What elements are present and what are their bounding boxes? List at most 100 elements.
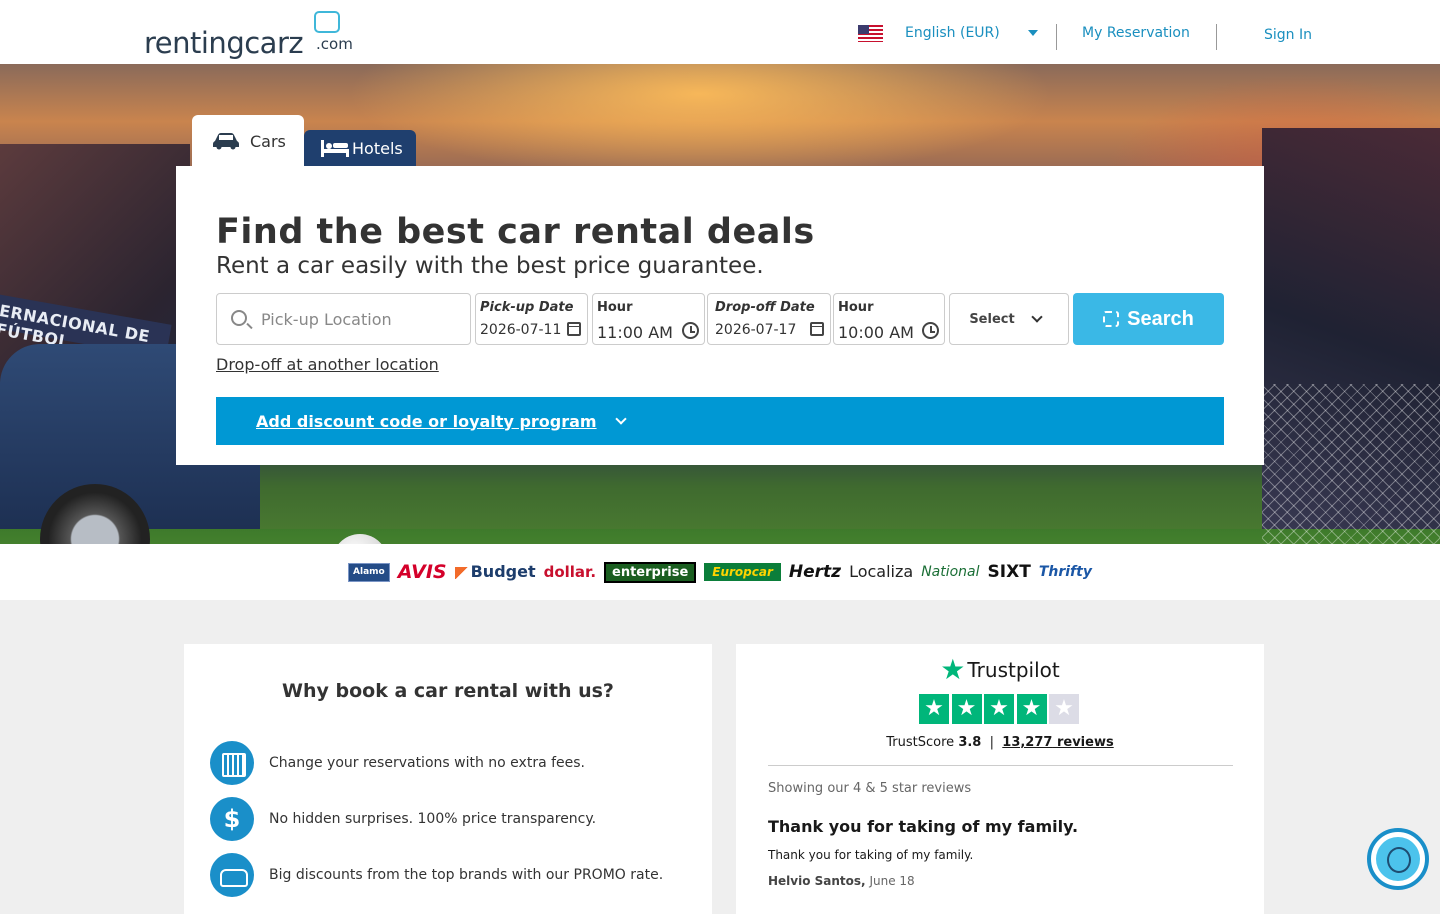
- bed-icon: [321, 140, 349, 157]
- trustpilot-rating-stars: ★ ★ ★ ★ ★: [919, 694, 1082, 724]
- tab-hotels[interactable]: Hotels: [304, 130, 416, 166]
- dropoff-hour-label: Hour: [838, 300, 874, 315]
- discount-code-toggle[interactable]: Add discount code or loyalty program: [216, 397, 1224, 445]
- brand-logo-avis: AVIS: [397, 560, 447, 583]
- logo-text: rentingcarz: [144, 26, 304, 60]
- site-logo[interactable]: rentingcarz .com: [144, 8, 359, 60]
- language-selector[interactable]: English (EUR): [858, 22, 1000, 44]
- language-label: English (EUR): [905, 25, 1000, 41]
- brand-logo-europcar: Europcar: [704, 563, 781, 581]
- sign-in-link[interactable]: Sign In: [1264, 27, 1312, 43]
- search-button[interactable]: Search: [1073, 293, 1224, 345]
- brand-logo-alamo: Alamo: [348, 562, 390, 582]
- star-icon: ★: [984, 694, 1014, 724]
- trustpilot-logo[interactable]: ★ Trustpilot: [736, 656, 1264, 684]
- dollar-icon: [210, 797, 254, 841]
- trust-score-label: TrustScore: [886, 735, 955, 750]
- brand-logos-strip: Alamo AVIS Budget dollar. enterprise Eur…: [0, 544, 1440, 600]
- tab-cars[interactable]: Cars: [192, 115, 304, 167]
- pickup-hour-field[interactable]: Hour 11:00 AM: [592, 293, 705, 345]
- review-date: June 18: [869, 874, 915, 888]
- star-icon: ★: [951, 694, 982, 724]
- headset-agent-icon: [1376, 837, 1420, 881]
- divider: [768, 765, 1233, 766]
- review-author-name: Helvio Santos,: [768, 874, 866, 888]
- calendar-icon: [567, 322, 581, 336]
- trustpilot-widget[interactable]: ★ Trustpilot ★ ★ ★ ★ ★ TrustScore 3.8 | …: [736, 644, 1264, 914]
- reviews-filter-note: Showing our 4 & 5 star reviews: [768, 781, 972, 796]
- why-book-card: Why book a car rental with us? Change yo…: [184, 644, 712, 914]
- brand-logo-dollar: dollar.: [543, 562, 597, 581]
- dropoff-hour-value: 10:00 AM: [838, 323, 914, 342]
- us-flag-icon: [858, 24, 883, 42]
- dropoff-date-value: 2026-07-17: [715, 322, 797, 338]
- logo-car-icon: [314, 11, 340, 33]
- review-title: Thank you for taking of my family.: [768, 817, 1079, 836]
- why-book-title: Why book a car rental with us?: [282, 680, 614, 702]
- divider: [1056, 24, 1057, 50]
- pickup-date-value: 2026-07-11: [480, 322, 562, 338]
- chevron-down-icon: [1031, 311, 1043, 323]
- hero-goal-net: [1262, 384, 1440, 544]
- why-item: Change your reservations with no extra f…: [210, 741, 585, 785]
- brand-logo-localiza: Localiza: [849, 562, 914, 581]
- trust-score: TrustScore 3.8 | 13,277 reviews: [886, 735, 1114, 750]
- pickup-date-label: Pick-up Date: [480, 300, 574, 315]
- brand-logo-budget: Budget: [455, 564, 536, 580]
- star-empty-icon: ★: [1049, 694, 1079, 724]
- review-author: Helvio Santos, June 18: [768, 874, 915, 888]
- reviews-word: reviews: [1056, 735, 1114, 750]
- dropoff-date-label: Drop-off Date: [715, 300, 815, 315]
- trustpilot-brand: Trustpilot: [967, 658, 1060, 682]
- site-header: rentingcarz .com English (EUR) My Reserv…: [0, 0, 1440, 64]
- star-icon: ★: [1016, 694, 1047, 724]
- pickup-location-input[interactable]: [259, 307, 459, 331]
- pickup-location-field[interactable]: [216, 293, 471, 345]
- support-chat-button[interactable]: [1367, 828, 1429, 890]
- scan-icon: [1103, 311, 1120, 327]
- why-item-text: No hidden surprises. 100% price transpar…: [269, 811, 597, 827]
- trustpilot-star-icon: ★: [940, 653, 966, 686]
- dropoff-hour-field[interactable]: Hour 10:00 AM: [833, 293, 945, 345]
- chevron-down-icon: [614, 413, 627, 425]
- pickup-hour-label: Hour: [597, 300, 633, 315]
- search-button-label: Search: [1127, 307, 1194, 330]
- pickup-date-field[interactable]: Pick-up Date 2026-07-11: [475, 293, 588, 345]
- brand-logo-thrifty: Thrifty: [1038, 564, 1092, 580]
- page-subtitle: Rent a car easily with the best price gu…: [216, 253, 764, 279]
- why-item: No hidden surprises. 100% price transpar…: [210, 797, 596, 841]
- page-title: Find the best car rental deals: [216, 212, 815, 252]
- star-icon: ★: [919, 694, 949, 724]
- select-label: Select: [969, 311, 1015, 327]
- why-item: Big discounts from the top brands with o…: [210, 853, 663, 897]
- reviews-count: 13,277: [1002, 735, 1053, 750]
- tab-hotels-label: Hotels: [352, 138, 403, 158]
- chevron-down-icon[interactable]: [1028, 30, 1038, 36]
- discount-code-label: Add discount code or loyalty program: [256, 411, 597, 431]
- why-item-text: Big discounts from the top brands with o…: [269, 867, 664, 883]
- clock-icon: [922, 322, 939, 339]
- reviews-link[interactable]: 13,277 reviews: [1002, 735, 1113, 750]
- brand-logo-hertz: Hertz: [788, 561, 842, 582]
- brand-logo-national: National: [921, 564, 980, 580]
- dropoff-date-field[interactable]: Drop-off Date 2026-07-17: [707, 293, 831, 345]
- car-icon: [210, 853, 254, 897]
- search-icon: [231, 310, 247, 326]
- search-panel: Find the best car rental deals Rent a ca…: [176, 166, 1264, 465]
- tab-cars-label: Cars: [250, 131, 286, 151]
- logo-tld: .com: [316, 35, 353, 53]
- why-item-text: Change your reservations with no extra f…: [269, 755, 585, 771]
- pickup-hour-value: 11:00 AM: [597, 323, 673, 342]
- clock-icon: [682, 322, 699, 339]
- review-body: Thank you for taking of my family.: [768, 848, 974, 862]
- car-icon: [213, 133, 239, 150]
- calendar-icon: [810, 322, 824, 336]
- brand-logo-sixt: SIXT: [987, 561, 1031, 582]
- driver-age-select[interactable]: Select: [949, 293, 1069, 345]
- my-reservation-link[interactable]: My Reservation: [1082, 25, 1190, 41]
- hero-pitch: [0, 529, 1440, 544]
- dropoff-another-location-link[interactable]: Drop-off at another location: [216, 355, 439, 374]
- brand-logo-enterprise: enterprise: [604, 561, 697, 583]
- trust-score-value: 3.8: [958, 735, 982, 750]
- calendar-icon: [210, 741, 254, 785]
